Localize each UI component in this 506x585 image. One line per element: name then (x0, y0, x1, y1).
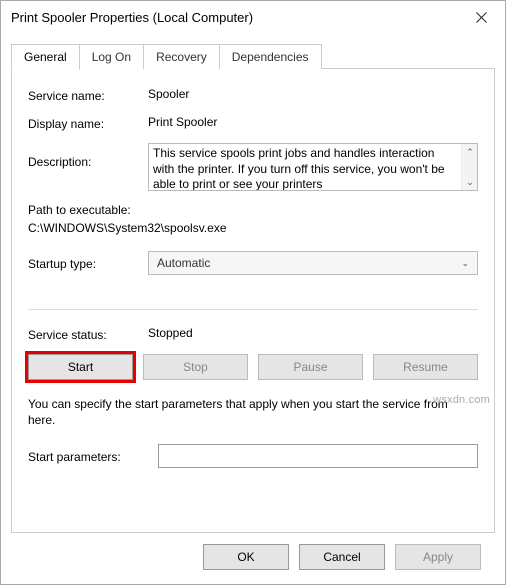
window-title: Print Spooler Properties (Local Computer… (11, 10, 459, 25)
startup-type-select[interactable]: Automatic ⌄ (148, 251, 478, 275)
label-service-name: Service name: (28, 87, 148, 103)
service-control-buttons: Start Stop Pause Resume (28, 354, 478, 380)
value-path: C:\WINDOWS\System32\spoolsv.exe (28, 221, 478, 235)
general-panel: Service name: Spooler Display name: Prin… (11, 68, 495, 533)
watermark-text: wsxdn.com (433, 394, 490, 406)
label-description: Description: (28, 143, 148, 191)
row-description: Description: This service spools print j… (28, 143, 478, 191)
start-params-help: You can specify the start parameters tha… (28, 396, 478, 428)
tab-logon[interactable]: Log On (79, 44, 144, 69)
chevron-down-icon: ⌄ (461, 258, 469, 269)
tab-dependencies[interactable]: Dependencies (219, 44, 322, 69)
tab-general[interactable]: General (11, 44, 80, 70)
tab-strip: General Log On Recovery Dependencies (11, 43, 495, 69)
tab-recovery[interactable]: Recovery (143, 44, 220, 69)
properties-dialog: Print Spooler Properties (Local Computer… (0, 0, 506, 585)
dialog-footer: OK Cancel Apply (11, 534, 495, 584)
description-text[interactable]: This service spools print jobs and handl… (149, 144, 461, 190)
label-startup-type: Startup type: (28, 255, 148, 271)
row-path: Path to executable: C:\WINDOWS\System32\… (28, 203, 478, 235)
start-button[interactable]: Start (28, 354, 133, 380)
label-start-parameters: Start parameters: (28, 448, 158, 464)
startup-type-value: Automatic (157, 256, 210, 270)
cancel-button[interactable]: Cancel (299, 544, 385, 570)
value-service-name: Spooler (148, 87, 478, 101)
stop-button: Stop (143, 354, 248, 380)
row-service-name: Service name: Spooler (28, 87, 478, 103)
pause-button: Pause (258, 354, 363, 380)
row-start-parameters: Start parameters: (28, 444, 478, 468)
ok-button[interactable]: OK (203, 544, 289, 570)
dialog-content: General Log On Recovery Dependencies Ser… (1, 33, 505, 584)
scroll-up-icon[interactable]: ⌃ (462, 144, 478, 160)
apply-button: Apply (395, 544, 481, 570)
label-path: Path to executable: (28, 203, 478, 217)
close-icon (476, 12, 487, 23)
titlebar: Print Spooler Properties (Local Computer… (1, 1, 505, 33)
row-startup-type: Startup type: Automatic ⌄ (28, 251, 478, 275)
label-display-name: Display name: (28, 115, 148, 131)
row-display-name: Display name: Print Spooler (28, 115, 478, 131)
value-display-name: Print Spooler (148, 115, 478, 129)
start-parameters-input[interactable] (158, 444, 478, 468)
description-scrollbar[interactable]: ⌃ ⌄ (461, 144, 477, 190)
row-service-status: Service status: Stopped (28, 326, 478, 342)
resume-button: Resume (373, 354, 478, 380)
scroll-down-icon[interactable]: ⌄ (462, 174, 478, 190)
value-service-status: Stopped (148, 326, 478, 340)
description-box: This service spools print jobs and handl… (148, 143, 478, 191)
close-button[interactable] (459, 2, 503, 32)
section-divider (28, 309, 478, 310)
label-service-status: Service status: (28, 326, 148, 342)
